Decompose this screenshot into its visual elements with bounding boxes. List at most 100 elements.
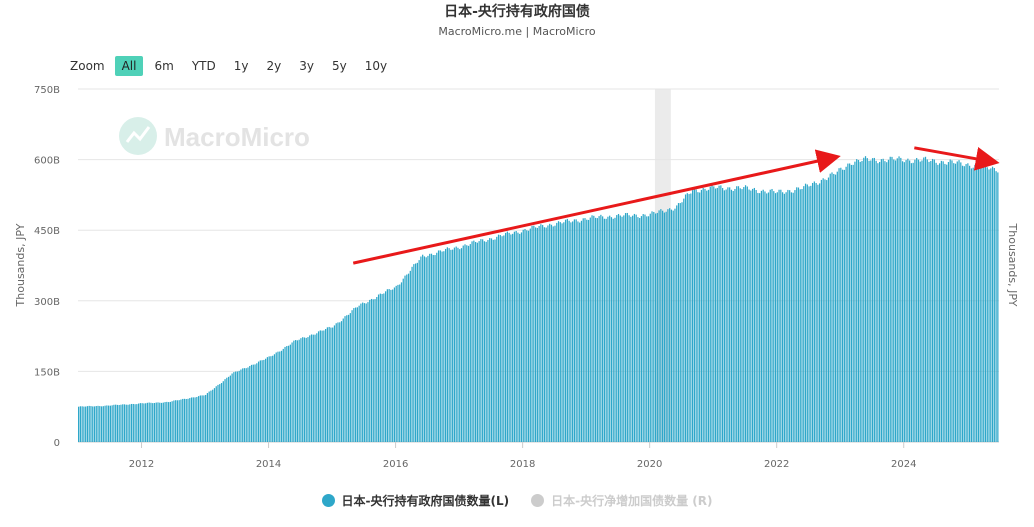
data-bar <box>658 210 660 442</box>
data-bar <box>954 163 957 443</box>
data-bar <box>236 371 239 442</box>
data-bar <box>529 228 531 442</box>
data-bar <box>397 284 399 442</box>
data-bar <box>367 302 369 442</box>
data-bar <box>116 404 119 442</box>
data-bar <box>224 379 226 442</box>
data-bar <box>182 398 184 442</box>
legend-marker-net-increase <box>531 494 545 507</box>
data-bar <box>457 247 459 442</box>
data-bar <box>667 209 669 442</box>
data-bar <box>478 241 480 442</box>
data-bar <box>672 210 674 442</box>
data-bar <box>164 402 166 442</box>
data-bar <box>325 329 327 442</box>
data-bar <box>503 235 505 442</box>
data-bar <box>944 163 946 442</box>
data-bar <box>690 193 692 442</box>
data-bar <box>339 322 341 442</box>
data-bar <box>870 160 872 442</box>
data-bar <box>365 303 367 442</box>
data-bar <box>827 177 830 442</box>
data-bar <box>342 318 344 442</box>
data-bar <box>737 186 740 442</box>
data-bar <box>976 163 978 443</box>
data-bar <box>898 156 900 442</box>
data-bar <box>917 159 920 442</box>
data-bar <box>176 400 179 442</box>
data-bar <box>824 179 826 442</box>
data-bar <box>709 186 711 442</box>
data-bar <box>624 213 627 442</box>
data-bar <box>240 369 242 442</box>
data-bar <box>522 229 524 442</box>
data-bar <box>864 156 867 442</box>
data-bar <box>344 316 346 442</box>
data-bar <box>115 404 117 442</box>
data-bar <box>743 187 745 442</box>
data-bar <box>819 183 821 442</box>
data-bar <box>759 193 761 442</box>
data-bar <box>861 161 863 442</box>
data-bar <box>751 188 754 442</box>
data-bar <box>453 247 456 442</box>
data-bar <box>497 234 500 442</box>
data-bar <box>326 327 329 442</box>
data-bar <box>889 156 891 442</box>
data-bar <box>280 350 283 442</box>
data-bar <box>153 402 156 442</box>
data-bar <box>774 193 777 442</box>
data-bar <box>600 214 602 442</box>
data-bar <box>757 192 759 442</box>
data-bar <box>399 284 401 442</box>
data-bar <box>674 208 676 442</box>
data-bar <box>993 167 995 442</box>
data-bar <box>856 159 858 442</box>
data-bar <box>552 226 554 442</box>
data-bar <box>272 355 274 442</box>
data-bar <box>494 239 496 442</box>
data-bar <box>593 215 595 442</box>
data-bar <box>893 159 895 442</box>
data-bar <box>423 256 426 442</box>
data-bar <box>286 346 288 442</box>
data-bar <box>203 395 205 442</box>
data-bar <box>721 188 724 442</box>
data-bar <box>437 250 440 442</box>
data-bar <box>884 161 886 442</box>
data-bar <box>78 406 80 442</box>
data-bar <box>739 188 741 442</box>
data-bar <box>337 322 339 442</box>
data-bar <box>815 183 817 442</box>
data-bar <box>402 278 404 442</box>
legend-item-net-increase[interactable]: 日本-央行净增加国债数量 (R) <box>531 492 712 509</box>
data-bar <box>676 205 678 442</box>
data-bar <box>374 299 376 442</box>
x-tick-label: 2016 <box>383 459 408 470</box>
data-bar <box>714 188 717 442</box>
data-bar <box>469 244 471 442</box>
data-bar <box>370 298 373 442</box>
data-bar <box>303 337 306 442</box>
data-bar <box>496 236 498 442</box>
data-bar <box>227 376 230 442</box>
data-bar <box>356 307 359 442</box>
data-bar <box>501 236 503 442</box>
data-bar <box>642 214 644 442</box>
data-bar <box>256 363 258 442</box>
data-bar <box>273 354 276 442</box>
data-bar <box>473 240 475 442</box>
data-bar <box>826 180 828 442</box>
data-bar <box>997 172 999 442</box>
data-bar <box>912 162 914 442</box>
legend-item-holdings[interactable]: 日本-央行持有政府国债数量(L) <box>321 492 509 509</box>
data-bar <box>353 308 355 442</box>
data-bar <box>358 305 360 442</box>
data-bar <box>542 225 544 442</box>
data-bar <box>984 164 987 442</box>
data-bar <box>450 249 452 442</box>
data-bar <box>639 218 641 442</box>
data-bar <box>598 216 600 442</box>
data-bar <box>540 224 542 442</box>
data-bar <box>284 346 286 442</box>
